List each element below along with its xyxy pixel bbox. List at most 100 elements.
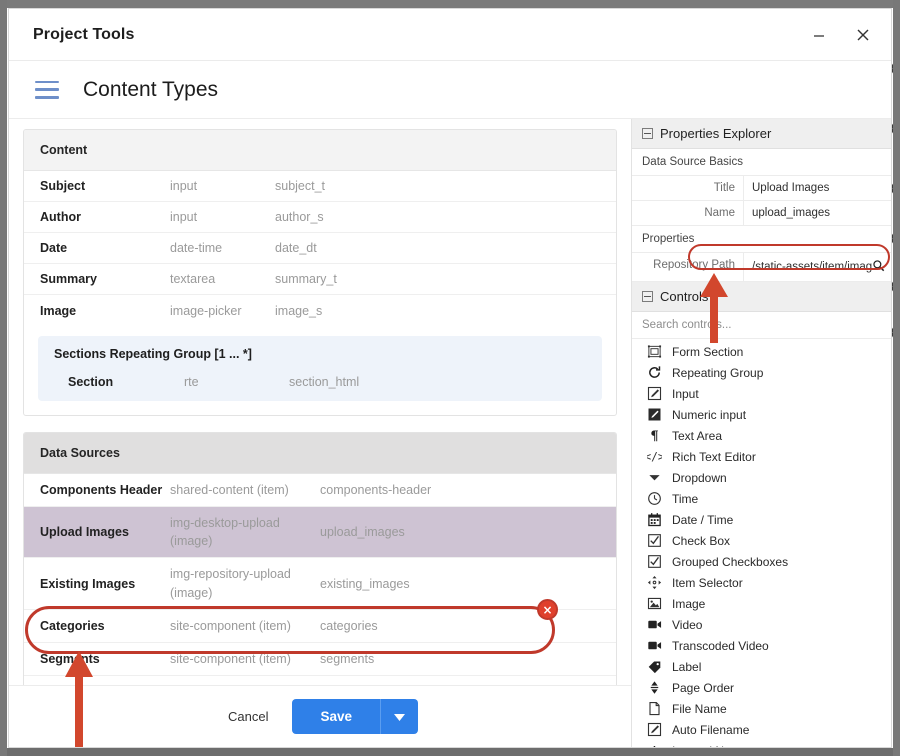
property-row[interactable]: Name upload_images <box>632 201 891 226</box>
save-dropdown-button[interactable] <box>380 699 418 734</box>
control-label: Label <box>672 659 702 674</box>
property-value: /static-assets/item/images/{yy <box>752 261 872 273</box>
data-source-row[interactable]: Components Header shared-content (item) co… <box>24 474 616 508</box>
control-list-item[interactable]: Repeating Group <box>632 362 891 383</box>
control-list-item[interactable]: Auto Filename <box>632 719 891 740</box>
control-list-item[interactable]: Check Box <box>632 530 891 551</box>
field-type: date-time <box>170 241 223 255</box>
collapse-icon[interactable] <box>642 128 653 139</box>
control-list-item[interactable]: Transcoded Video <box>632 635 891 656</box>
data-source-row[interactable]: Components Left Railshared-content (item… <box>24 676 616 686</box>
control-label: Text Area <box>672 428 723 443</box>
data-source-type: shared-content (item) <box>170 683 320 686</box>
control-list-item[interactable]: Time <box>632 488 891 509</box>
control-list-item[interactable]: Date / Time <box>632 509 891 530</box>
control-list-item[interactable]: Page Order <box>632 677 891 698</box>
data-source-key: categories <box>320 618 378 633</box>
property-value-cell[interactable]: /static-assets/item/images/{yy <box>744 253 891 281</box>
svg-text:A: A <box>649 745 660 747</box>
control-list-item[interactable]: Video <box>632 614 891 635</box>
control-label: Form Section <box>672 344 744 359</box>
control-list-item[interactable]: </> Rich Text Editor <box>632 446 891 467</box>
data-source-type: site-component (item) <box>170 651 291 666</box>
caret-down-icon <box>394 709 405 724</box>
search-controls-input[interactable]: Search controls... <box>632 312 891 339</box>
field-name: Image <box>40 303 77 318</box>
field-type: rte <box>184 375 199 389</box>
hamburger-menu-icon[interactable] <box>35 80 59 99</box>
control-list-item[interactable]: Numeric input <box>632 404 891 425</box>
right-panel: Properties Explorer Data Source Basics T… <box>631 119 891 747</box>
controls-title: Controls <box>660 289 709 304</box>
field-name: Author <box>40 210 81 224</box>
pilcrow-icon: ¶ <box>646 428 663 443</box>
data-source-name: Components Header <box>40 483 163 498</box>
cancel-button[interactable]: Cancel <box>222 701 274 732</box>
control-label: Transcoded Video <box>672 638 769 653</box>
data-source-key: segments <box>320 651 375 666</box>
forms-scroll-area[interactable]: Content Subject input subject_t Author input… <box>9 119 631 685</box>
property-row[interactable]: Repository Path/static-assets/item/image… <box>632 253 891 282</box>
repeating-group-field-row[interactable]: Section rte section_html <box>38 369 602 395</box>
data-source-type: img-repository-upload (image) <box>170 567 291 600</box>
dialog-titlebar: Project Tools <box>9 9 891 61</box>
minimize-button[interactable] <box>797 15 841 55</box>
page-title: Content Types <box>83 77 219 101</box>
property-value-cell[interactable]: Upload Images <box>744 176 891 200</box>
control-list-item[interactable]: File Name <box>632 698 891 719</box>
hamburger-bar <box>35 96 59 99</box>
data-source-name: Existing Images <box>40 576 136 591</box>
window-frame-bottom <box>0 748 900 756</box>
close-button[interactable] <box>841 15 885 55</box>
content-section-card: Content Subject input subject_t Author input… <box>23 129 617 416</box>
minimize-icon <box>812 28 826 42</box>
control-label: Rich Text Editor <box>672 449 756 464</box>
control-list-item[interactable]: Image <box>632 593 891 614</box>
property-row[interactable]: Title Upload Images <box>632 176 891 201</box>
property-value: upload_images <box>752 207 831 219</box>
field-name: Subject <box>40 179 86 193</box>
data-source-row[interactable]: Upload Images img-desktop-upload (image) up… <box>24 507 616 559</box>
data-source-key: components-header <box>320 483 432 498</box>
save-button[interactable]: Save <box>292 699 380 734</box>
collapse-icon[interactable] <box>642 291 653 302</box>
control-list-item[interactable]: Form Section <box>632 341 891 362</box>
field-name: Section <box>68 375 114 389</box>
data-sources-card: Data Sources Components Header shared-con… <box>23 432 617 685</box>
data-source-name: Categories <box>40 618 105 633</box>
data-source-row[interactable]: Categories site-component (item) categorie… <box>24 610 616 643</box>
field-name: Date <box>40 241 68 255</box>
data-source-name: Segments <box>40 651 100 666</box>
controls-list[interactable]: Form Section Repeating Group Input Numeric … <box>632 339 891 748</box>
control-list-item[interactable]: Dropdown <box>632 467 891 488</box>
data-source-key: existing_images <box>320 576 410 591</box>
properties-explorer-header[interactable]: Properties Explorer <box>632 119 891 149</box>
content-field-list: Subject input subject_t Author input author_s… <box>24 171 616 326</box>
control-label: File Name <box>672 701 727 716</box>
search-icon[interactable] <box>872 259 885 275</box>
content-field-row[interactable]: Subject input subject_t <box>24 171 616 202</box>
control-list-item[interactable]: Input <box>632 383 891 404</box>
file-icon <box>646 701 663 716</box>
data-source-row[interactable]: Existing Images img-repository-upload (ima… <box>24 558 616 610</box>
data-source-type: shared-content (item) <box>170 483 289 497</box>
content-field-row[interactable]: Author input author_s <box>24 202 616 233</box>
field-type: textarea <box>170 272 216 286</box>
content-field-row[interactable]: Image image-picker image_s <box>24 295 616 326</box>
control-label: Repeating Group <box>672 365 764 380</box>
annotation-remove-marker: × <box>537 599 558 620</box>
control-list-item[interactable]: ¶ Text Area <box>632 425 891 446</box>
pencil-box-icon <box>646 386 663 401</box>
content-field-row[interactable]: Date date-time date_dt <box>24 233 616 264</box>
control-list-item[interactable]: Label <box>632 656 891 677</box>
control-list-item[interactable]: Grouped Checkboxes <box>632 551 891 572</box>
controls-header[interactable]: Controls <box>632 282 891 312</box>
control-list-item[interactable]: Item Selector <box>632 572 891 593</box>
property-value-cell[interactable]: upload_images <box>744 201 891 225</box>
control-list-item[interactable]: A Internal Name <box>632 740 891 748</box>
image-icon <box>646 596 663 611</box>
data-source-row[interactable]: Segments site-component (item) segments <box>24 643 616 676</box>
control-label: Numeric input <box>672 407 747 422</box>
content-field-row[interactable]: Summary textarea summary_t <box>24 264 616 295</box>
property-label: Name <box>632 201 744 225</box>
